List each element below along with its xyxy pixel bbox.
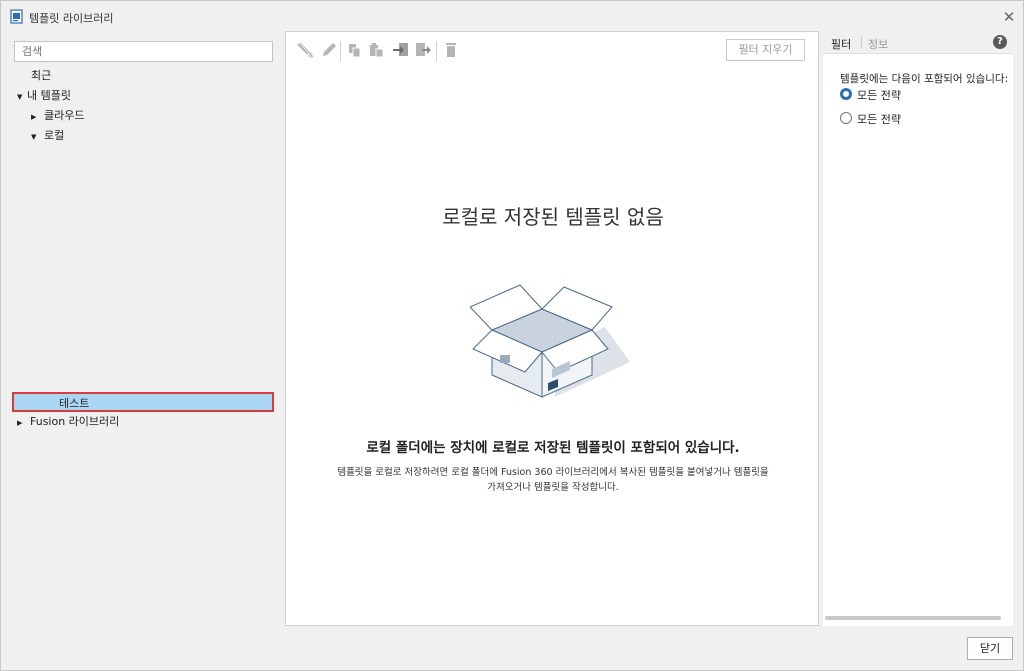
help-icon[interactable]: ?: [993, 35, 1007, 49]
export-icon[interactable]: [414, 41, 432, 59]
window-title: 템플릿 라이브러리: [29, 12, 114, 25]
tree-item-label: 최근: [31, 69, 52, 82]
template-library-icon: [10, 9, 23, 24]
paste-icon[interactable]: [368, 41, 386, 59]
empty-state-description-line: 가져오거나 템플릿을 작성합니다.: [487, 482, 619, 493]
tree-item-label: 내 템플릿: [27, 89, 71, 102]
close-window-icon[interactable]: ✕: [999, 7, 1019, 27]
toolbar-divider: [436, 41, 437, 61]
library-tree-panel: 최근 ▼내 템플릿 ▶클라우드 ▼로컬 테스트 ▶Fusion 라이브러리: [1, 31, 282, 627]
filter-option-label: 모든 전략: [857, 89, 901, 102]
radio-selected-icon[interactable]: [840, 88, 852, 100]
expand-right-icon[interactable]: ▶: [31, 108, 41, 126]
import-icon[interactable]: [392, 41, 410, 59]
tab-info[interactable]: 정보: [868, 36, 888, 52]
tree-item-test[interactable]: 테스트: [12, 392, 274, 412]
empty-state-description: 템플릿을 로컬로 저장하려면 로컬 폴더에 Fusion 360 라이브러리에서…: [292, 465, 814, 495]
tree-item-local[interactable]: ▼ 로컬: [31, 127, 64, 145]
expand-right-icon[interactable]: ▶: [17, 414, 27, 432]
filter-panel: 필터 정보 ? 템플릿에는 다음이 포함되어 있습니다: 모든 전략 모든 전략: [823, 31, 1013, 626]
delete-icon[interactable]: [442, 41, 460, 59]
clear-filter-button[interactable]: 필터 지우기: [726, 39, 805, 61]
tree-item-recent[interactable]: 최근: [31, 67, 51, 85]
filter-option-label: 모든 전략: [857, 113, 901, 126]
empty-state-title: 로컬로 저장된 템플릿 없음: [442, 205, 664, 229]
empty-state-description-line: 템플릿을 로컬로 저장하려면 로컬 폴더에 Fusion 360 라이브러리에서…: [337, 467, 769, 478]
search-input[interactable]: [14, 41, 273, 62]
tree-item-cloud[interactable]: ▶ 클라우드: [31, 107, 84, 125]
expand-down-icon[interactable]: ▼: [17, 88, 27, 106]
title-bar: 템플릿 라이브러리 ✕: [1, 1, 1023, 31]
tree-item-label: 클라우드: [44, 109, 85, 122]
filter-description: 템플릿에는 다음이 포함되어 있습니다:: [840, 73, 1009, 85]
tree-item-label: 로컬: [44, 129, 65, 142]
tree-item-label: 테스트: [59, 397, 90, 410]
tree-item-label: Fusion 라이브러리: [30, 415, 120, 428]
tree-item-fusion-library[interactable]: ▶ Fusion 라이브러리: [17, 413, 119, 431]
edit-icon[interactable]: [320, 41, 338, 59]
horizontal-scrollbar[interactable]: [825, 616, 1001, 620]
wand-icon[interactable]: [296, 41, 314, 59]
radio-unselected-icon[interactable]: [840, 112, 852, 124]
tab-filter[interactable]: 필터: [831, 36, 851, 52]
close-button[interactable]: 닫기: [967, 637, 1013, 660]
copy-icon[interactable]: [346, 41, 364, 59]
template-content-panel: 필터 지우기 로컬로 저장된 템플릿 없음 로컬 폴더에는 장치에 로컬로 저장…: [285, 31, 819, 626]
tree-item-my-templates[interactable]: ▼ 내 템플릿: [17, 87, 71, 105]
toolbar-divider: [340, 41, 341, 61]
empty-box-illustration: [470, 284, 630, 398]
tab-divider: [861, 36, 862, 49]
empty-state-subtitle: 로컬 폴더에는 장치에 로컬로 저장된 템플릿이 포함되어 있습니다.: [366, 440, 740, 456]
expand-down-icon[interactable]: ▼: [31, 128, 41, 146]
template-library-window: 템플릿 라이브러리 ✕ 최근 ▼내 템플릿 ▶클라우드 ▼로컬 테스트 ▶Fus…: [0, 0, 1024, 671]
filter-tabs: 필터 정보 ?: [823, 31, 1013, 54]
